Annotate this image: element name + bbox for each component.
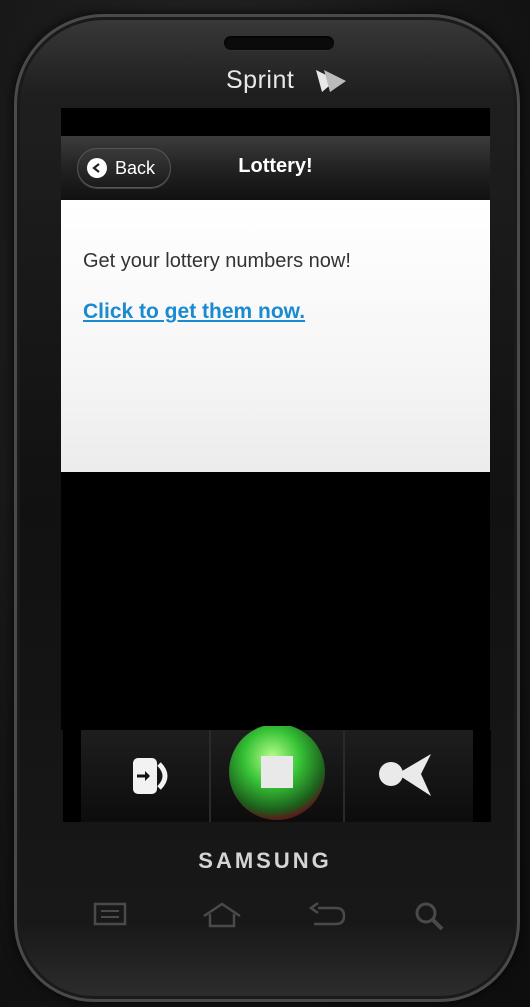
hw-home-key[interactable] bbox=[200, 900, 244, 935]
device-screen: Back Lottery! Get your lottery numbers n… bbox=[61, 108, 490, 730]
hw-menu-key[interactable] bbox=[92, 900, 130, 933]
emulator-dock bbox=[63, 726, 491, 822]
search-icon bbox=[415, 902, 444, 931]
carrier-logo-icon bbox=[316, 70, 346, 92]
hw-back-key[interactable] bbox=[306, 900, 348, 935]
home-icon bbox=[203, 902, 241, 928]
exit-icon bbox=[133, 758, 168, 794]
front-camera bbox=[424, 54, 432, 62]
dock-cell-record[interactable] bbox=[211, 726, 343, 822]
page-content: Get your lottery numbers now! Click to g… bbox=[61, 200, 490, 472]
intro-text: Get your lottery numbers now! bbox=[83, 250, 351, 272]
menu-icon bbox=[93, 902, 127, 926]
earpiece-speaker bbox=[224, 36, 334, 50]
hw-search-key[interactable] bbox=[412, 900, 448, 937]
sensor-dot bbox=[184, 54, 192, 62]
carrier-logo: Sprint bbox=[226, 66, 295, 94]
manufacturer-logo: SAMSUNG bbox=[198, 848, 332, 873]
share-icon bbox=[379, 754, 431, 796]
page-title: Lottery! bbox=[238, 155, 313, 177]
dock-cell-share[interactable] bbox=[345, 730, 473, 822]
get-numbers-link[interactable]: Click to get them now. bbox=[83, 300, 305, 324]
app-header: Back Lottery! bbox=[61, 136, 490, 201]
back-arrow-icon bbox=[308, 901, 346, 926]
stop-record-icon bbox=[229, 726, 325, 820]
dock-cell-exit[interactable] bbox=[81, 730, 209, 822]
